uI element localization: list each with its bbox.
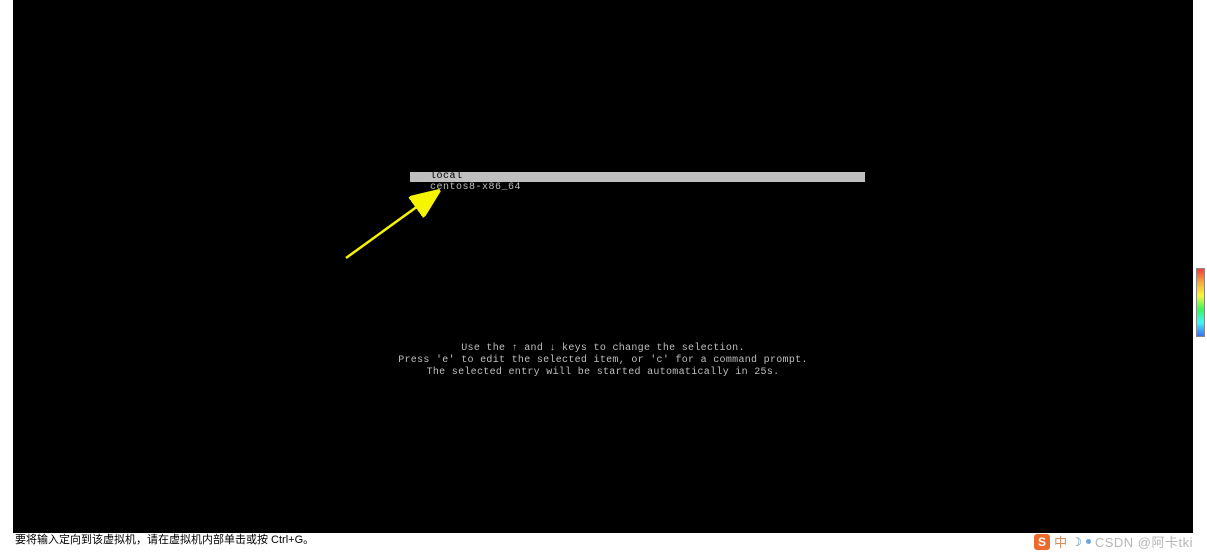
grub-boot-menu[interactable]: local centos8-x86_64 — [410, 172, 865, 193]
vmware-status-bar: 要将输入定向到该虚拟机，请在虚拟机内部单击或按 Ctrl+G。 — [13, 533, 1193, 547]
watermark-badge-icon: S — [1034, 534, 1050, 550]
watermark-text: CSDN @阿卡tki — [1095, 532, 1193, 551]
vm-console-screen[interactable]: local centos8-x86_64 Use the ↑ and ↓ key… — [13, 0, 1193, 533]
watermark-moon-icon: ☽ — [1071, 535, 1082, 549]
boot-help-text: Use the ↑ and ↓ keys to change the selec… — [13, 343, 1193, 379]
annotation-arrow-icon — [341, 183, 461, 263]
watermark-ime-icon: 中 — [1054, 532, 1067, 551]
watermark: S 中 ☽ CSDN @阿卡tki — [1034, 532, 1193, 551]
help-line-1: Use the ↑ and ↓ keys to change the selec… — [13, 343, 1193, 355]
side-color-indicator — [1196, 268, 1205, 337]
help-line-2: Press 'e' to edit the selected item, or … — [13, 355, 1193, 367]
boot-menu-item-selected[interactable]: local — [410, 172, 865, 182]
boot-menu-item[interactable]: centos8-x86_64 — [410, 182, 865, 193]
watermark-dot-icon — [1086, 539, 1091, 544]
help-line-3: The selected entry will be started autom… — [13, 367, 1193, 379]
status-message: 要将输入定向到该虚拟机，请在虚拟机内部单击或按 Ctrl+G。 — [15, 534, 314, 546]
